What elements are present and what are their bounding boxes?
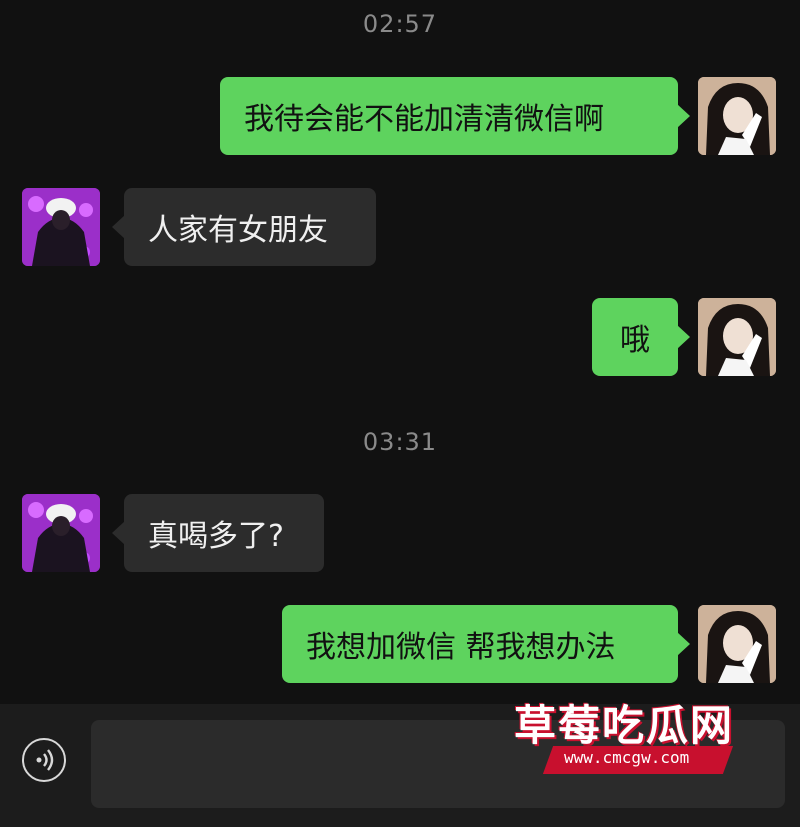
watermark-url: www.cmcgw.com	[564, 748, 690, 767]
watermark: 草莓吃瓜网 www.cmcgw.com	[500, 690, 800, 800]
voice-icon[interactable]	[22, 738, 66, 782]
message-row: 我待会能不能加清清微信啊	[0, 77, 800, 157]
timestamp: 03:31	[362, 428, 438, 456]
contact-avatar-image	[22, 494, 100, 572]
message-row: 我想加微信 帮我想办法	[0, 605, 800, 685]
user-avatar-image	[698, 605, 776, 683]
timestamp: 02:57	[362, 10, 438, 38]
message-bubble[interactable]: 人家有女朋友	[112, 188, 376, 266]
contact-avatar-image	[22, 188, 100, 266]
user-avatar-image	[698, 77, 776, 155]
message-bubble[interactable]: 真喝多了?	[112, 494, 324, 572]
message-row: 真喝多了?	[0, 494, 800, 574]
avatar[interactable]	[22, 188, 100, 266]
message-bubble[interactable]: 我想加微信 帮我想办法	[282, 605, 690, 683]
avatar[interactable]	[698, 605, 776, 683]
message-bubble[interactable]: 哦	[592, 298, 690, 376]
message-row: 哦	[0, 298, 800, 378]
avatar[interactable]	[698, 77, 776, 155]
voice-wave-icon	[36, 749, 54, 771]
message-bubble[interactable]: 我待会能不能加清清微信啊	[220, 77, 690, 155]
watermark-title: 草莓吃瓜网	[514, 701, 735, 750]
avatar[interactable]	[22, 494, 100, 572]
user-avatar-image	[698, 298, 776, 376]
avatar[interactable]	[698, 298, 776, 376]
message-row: 人家有女朋友	[0, 188, 800, 268]
